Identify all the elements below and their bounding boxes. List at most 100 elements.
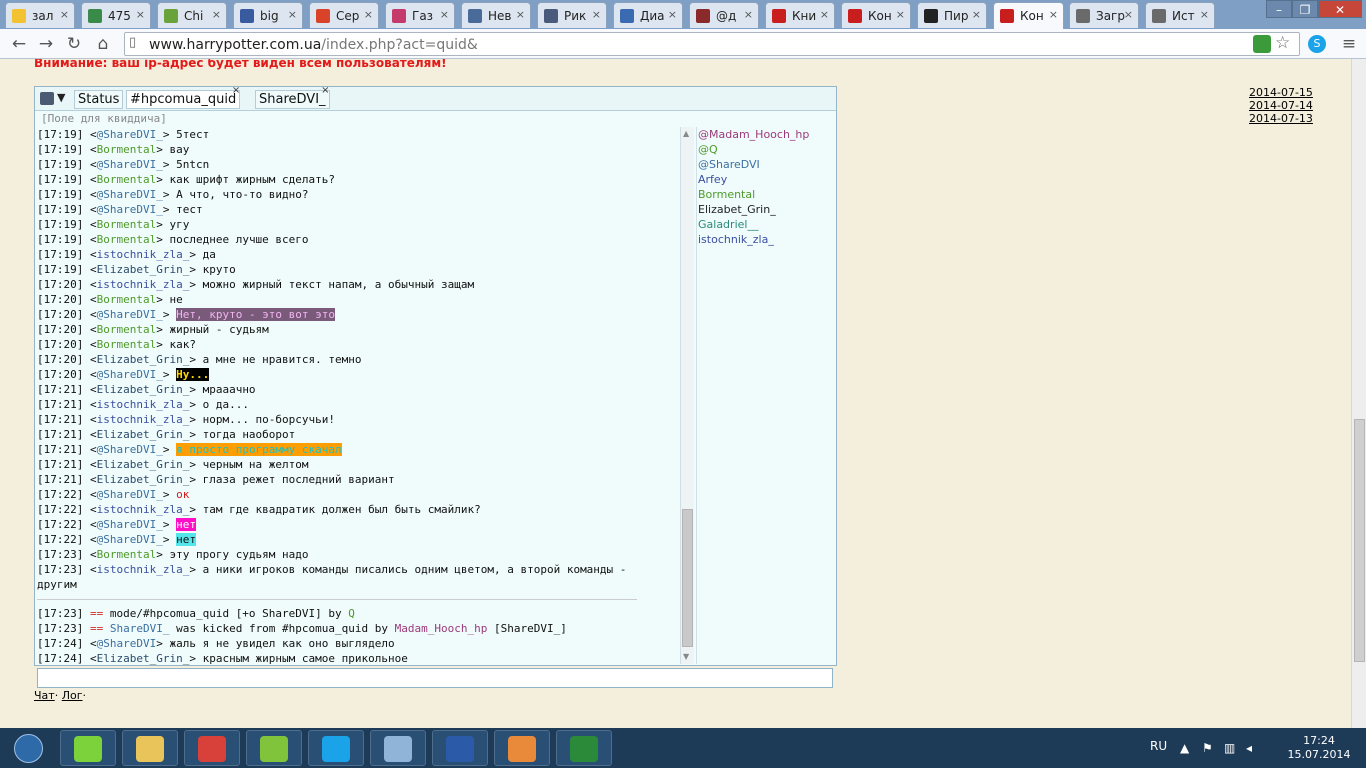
close-icon[interactable]: ×	[744, 8, 753, 21]
close-icon[interactable]: ×	[440, 8, 449, 21]
chat-link[interactable]: Чат	[34, 689, 55, 702]
message-nick[interactable]: Bormental	[97, 293, 157, 306]
message-nick[interactable]: @ShareDVI_	[97, 518, 163, 531]
star-icon[interactable]: ☆	[1275, 33, 1293, 53]
message-nick[interactable]: @ShareDVI_	[97, 533, 163, 546]
skype-extension-icon[interactable]: S	[1308, 35, 1326, 53]
message-nick[interactable]: @ShareDVI_	[97, 203, 163, 216]
taskbar-app-button[interactable]	[494, 730, 550, 766]
nicklist-item[interactable]: Elizabet_Grin_	[698, 202, 836, 217]
message-nick[interactable]: Bormental	[97, 323, 157, 336]
tab-channel[interactable]: #hpcomua_quid ×	[126, 85, 241, 109]
browser-tab[interactable]: зал ×	[5, 2, 75, 28]
reload-button[interactable]: ↻	[63, 33, 85, 55]
close-icon[interactable]: ×	[1200, 8, 1209, 21]
menu-icon[interactable]: ≡	[1338, 33, 1360, 55]
close-icon[interactable]: ×	[1049, 8, 1058, 21]
message-nick[interactable]: Elizabet_Grin_	[97, 458, 190, 471]
message-nick[interactable]: Bormental	[97, 233, 157, 246]
close-window-button[interactable]: ✕	[1318, 0, 1362, 18]
date-link[interactable]: 2014-07-13	[1249, 112, 1313, 125]
nicklist-item[interactable]: Bormental	[698, 187, 836, 202]
message-nick[interactable]: Bormental	[97, 338, 157, 351]
message-nick[interactable]: Bormental	[97, 218, 157, 231]
close-icon[interactable]: ×	[288, 8, 297, 21]
event-nick[interactable]: Q	[348, 607, 355, 620]
close-icon[interactable]: ×	[592, 8, 601, 21]
message-input[interactable]	[37, 668, 833, 688]
volume-icon[interactable]: ◂	[1246, 741, 1260, 755]
close-icon[interactable]: ×	[972, 8, 981, 21]
tab-private[interactable]: ShareDVI_ ×	[255, 85, 330, 109]
date-link[interactable]: 2014-07-14	[1249, 99, 1313, 112]
taskbar-app-button[interactable]	[370, 730, 426, 766]
message-nick[interactable]: istochnik_zla_	[97, 503, 190, 516]
message-nick[interactable]: istochnik_zla_	[97, 278, 190, 291]
message-nick[interactable]: @ShareDVI	[97, 637, 157, 650]
browser-tab[interactable]: Рик ×	[537, 2, 607, 28]
page-scroll-thumb[interactable]	[1354, 419, 1365, 662]
message-nick[interactable]: istochnik_zla_	[97, 413, 190, 426]
message-nick[interactable]: Elizabet_Grin_	[97, 353, 190, 366]
taskbar-app-button[interactable]	[60, 730, 116, 766]
nicklist-item[interactable]: Galadriel__	[698, 217, 836, 232]
flag-icon[interactable]: ⚑	[1202, 741, 1216, 755]
message-nick[interactable]: @ShareDVI_	[97, 488, 163, 501]
minimize-button[interactable]: –	[1266, 0, 1292, 18]
close-icon[interactable]: ×	[1124, 8, 1133, 21]
message-nick[interactable]: Elizabet_Grin_	[97, 652, 190, 665]
browser-tab[interactable]: Кон ×	[841, 2, 911, 28]
message-nick[interactable]: @ShareDVI_	[97, 188, 163, 201]
chevron-down-icon[interactable]: ▼	[57, 91, 65, 104]
nicklist-item[interactable]: Arfey	[698, 172, 836, 187]
scroll-down-icon[interactable]: ▼	[683, 652, 689, 661]
message-nick[interactable]: Elizabet_Grin_	[97, 473, 190, 486]
forward-button[interactable]: →	[35, 33, 57, 55]
taskbar-app-button[interactable]	[308, 730, 364, 766]
message-nick[interactable]: @ShareDVI_	[97, 128, 163, 141]
clock[interactable]: 17:24 15.07.2014	[1284, 734, 1354, 762]
taskbar-app-button[interactable]	[122, 730, 178, 766]
scroll-up-icon[interactable]: ▲	[683, 129, 689, 138]
message-nick[interactable]: @ShareDVI_	[97, 443, 163, 456]
kicked-nick[interactable]: ShareDVI_	[110, 622, 170, 635]
tray-expand-icon[interactable]: ▲	[1180, 741, 1194, 755]
language-indicator[interactable]: RU	[1150, 739, 1167, 753]
tab-status[interactable]: Status	[74, 90, 124, 109]
close-icon[interactable]: ×	[364, 8, 373, 21]
close-icon[interactable]: ×	[136, 8, 145, 21]
taskbar-app-button[interactable]	[432, 730, 488, 766]
message-nick[interactable]: Bormental	[97, 173, 157, 186]
log-link[interactable]: Лог	[62, 689, 83, 702]
close-icon[interactable]: ×	[212, 8, 221, 21]
browser-tab[interactable]: Загр ×	[1069, 2, 1139, 28]
chat-menu-icon[interactable]	[40, 92, 54, 105]
browser-tab[interactable]: Кон ×	[993, 2, 1064, 29]
browser-tab[interactable]: Ист ×	[1145, 2, 1215, 28]
message-nick[interactable]: istochnik_zla_	[97, 563, 190, 576]
start-button[interactable]	[2, 728, 54, 768]
close-icon[interactable]: ×	[896, 8, 905, 21]
browser-tab[interactable]: 475 ×	[81, 2, 151, 28]
extension-icon[interactable]	[1253, 35, 1271, 53]
browser-tab[interactable]: @д ×	[689, 2, 759, 28]
message-nick[interactable]: Elizabet_Grin_	[97, 383, 190, 396]
taskbar-app-button[interactable]	[246, 730, 302, 766]
home-button[interactable]: ⌂	[92, 33, 114, 55]
log-scroll-thumb[interactable]	[682, 509, 693, 647]
message-nick[interactable]: @ShareDVI_	[97, 308, 163, 321]
browser-tab[interactable]: Сер ×	[309, 2, 379, 28]
close-icon[interactable]: ×	[516, 8, 525, 21]
log-scrollbar[interactable]: ▲ ▼	[680, 127, 694, 664]
browser-tab[interactable]: Пир ×	[917, 2, 987, 28]
message-nick[interactable]: Elizabet_Grin_	[97, 428, 190, 441]
message-nick[interactable]: Elizabet_Grin_	[97, 263, 190, 276]
close-icon[interactable]: ×	[321, 85, 329, 96]
nicklist-item[interactable]: @Madam_Hooch_hp	[698, 127, 836, 142]
browser-tab[interactable]: Кни ×	[765, 2, 835, 28]
browser-tab[interactable]: Нев ×	[461, 2, 531, 28]
close-icon[interactable]: ×	[668, 8, 677, 21]
nicklist-item[interactable]: istochnik_zla_	[698, 232, 836, 247]
close-icon[interactable]: ×	[60, 8, 69, 21]
close-icon[interactable]: ×	[232, 85, 240, 96]
